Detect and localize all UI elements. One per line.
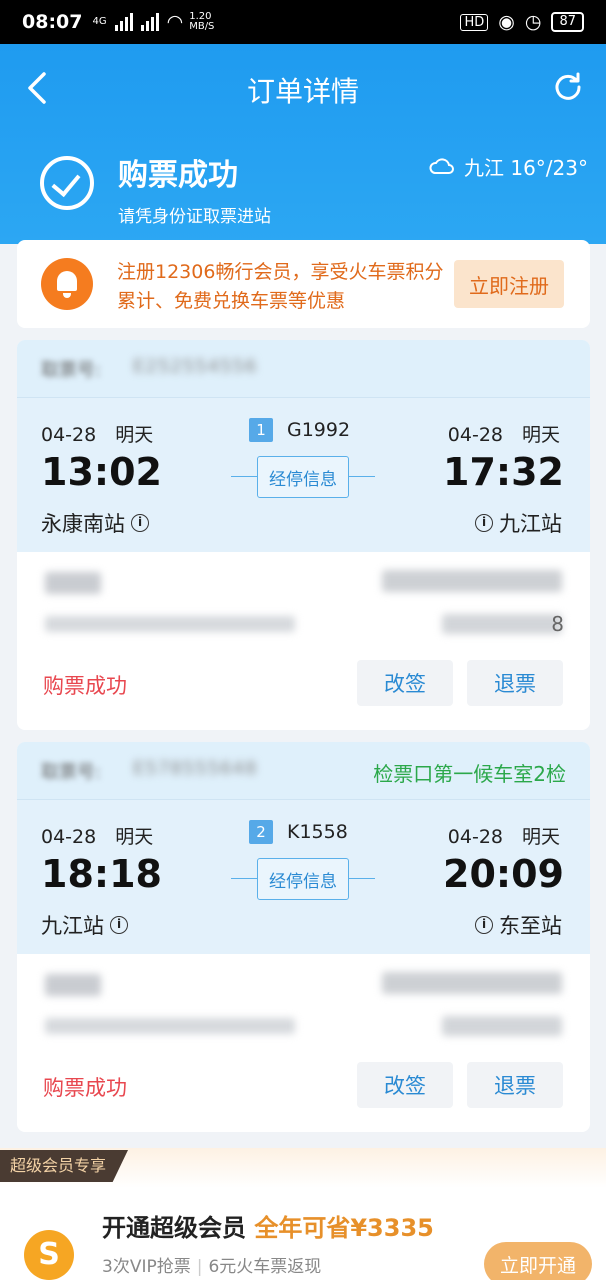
ticket-status: 购票成功 [43, 1076, 127, 1100]
route-line [231, 476, 257, 477]
train-info: 1 G1992 [249, 418, 350, 442]
vip-tag: 超级会员专享 [0, 1150, 129, 1182]
arrival-date: 04-28 明天 [447, 826, 560, 848]
departure-time: 18:18 [41, 852, 162, 896]
page-title: 订单详情 [246, 75, 359, 108]
route-line [349, 476, 375, 477]
cloud-icon [429, 157, 454, 174]
arrival-date: 04-28 明天 [447, 424, 560, 446]
success-check-icon [40, 156, 94, 210]
ticket-card: 取票号: E578555648 检票口第一候车室2检 04-28 明天 04-2… [17, 742, 590, 1132]
passenger-id-blurred [45, 1018, 295, 1034]
refund-button[interactable]: 退票 [467, 1062, 563, 1108]
passenger-name-blurred [45, 572, 101, 594]
register-button[interactable]: 立即注册 [454, 260, 564, 308]
hd-icon: HD [460, 13, 489, 31]
departure-date: 04-28 明天 [41, 424, 154, 446]
net-speed: 1.20 MB/S [189, 11, 215, 32]
ticket-header: 取票号: E252554556 [17, 340, 590, 398]
arrival-station[interactable]: i 九江站 [475, 508, 562, 538]
seat-info-blurred [382, 570, 562, 592]
battery-icon: 87 [551, 12, 584, 32]
train-number: G1992 [287, 419, 351, 441]
weather: 九江 16°/23° [428, 152, 588, 181]
train-number: K1558 [287, 821, 348, 843]
alarm-icon: ◷ [524, 11, 542, 33]
ticket-status: 购票成功 [43, 674, 127, 698]
vip-promo-section: 超级会员专享 S 开通超级会员 全年可省¥3335 3次VIP抢票 | 6元火车票返… [0, 1148, 606, 1280]
info-icon[interactable]: i [475, 916, 493, 934]
route-line [349, 878, 375, 879]
train-index-badge: 1 [249, 418, 273, 442]
clock: 08:07 [22, 11, 83, 33]
vip-savings: 全年可省¥3335 [254, 1214, 434, 1242]
info-icon[interactable]: i [475, 514, 493, 532]
stops-info-button[interactable]: 经停信息 [257, 858, 349, 900]
member-promo-banner: 注册12306畅行会员，享受火车票积分累计、免费兑换车票等优惠 立即注册 [17, 240, 590, 328]
departure-station[interactable]: 永康南站 i [41, 508, 149, 538]
ticket-header: 取票号: E578555648 检票口第一候车室2检 [17, 742, 590, 800]
status-bar: 08:07 4G ◠ 1.20 MB/S HD ◉ ◷ 87 [0, 0, 606, 44]
departure-time: 13:02 [41, 450, 162, 494]
vip-title: 开通超级会员 全年可省¥3335 [102, 1214, 434, 1242]
change-ticket-button[interactable]: 改签 [357, 1062, 453, 1108]
lock-icon: ◉ [498, 11, 515, 33]
arrival-station[interactable]: i 东至站 [475, 910, 562, 940]
bell-icon [41, 258, 93, 310]
departure-station[interactable]: 九江站 i [41, 910, 128, 940]
arrival-time: 20:09 [443, 852, 564, 896]
pickup-number: E578555648 [133, 758, 258, 779]
price-blurred [442, 614, 562, 634]
signal-2-icon [140, 13, 159, 31]
info-icon[interactable]: i [110, 916, 128, 934]
vip-activate-button[interactable]: 立即开通 [484, 1242, 592, 1280]
vip-benefits: 3次VIP抢票 | 6元火车票返现 [102, 1257, 322, 1277]
departure-date: 04-28 明天 [41, 826, 154, 848]
change-ticket-button[interactable]: 改签 [357, 660, 453, 706]
refresh-icon[interactable] [554, 72, 582, 100]
passenger-id-blurred [45, 616, 295, 632]
vip-logo-icon: S [24, 1230, 74, 1280]
order-status-subtitle: 请凭身份证取票进站 [118, 207, 271, 227]
weather-text: 九江 16°/23° [464, 156, 588, 180]
stops-info-button[interactable]: 经停信息 [257, 456, 349, 498]
price-tail: 8 [551, 612, 564, 636]
signal-icon [114, 13, 133, 31]
network-type: 4G [92, 16, 107, 27]
arrival-time: 17:32 [443, 450, 564, 494]
promo-text: 注册12306畅行会员，享受火车票积分累计、免费兑换车票等优惠 [117, 261, 444, 312]
seat-info-blurred [382, 972, 562, 994]
order-status-title: 购票成功 [118, 158, 238, 193]
ticket-journey: 04-28 明天 04-28 明天 18:18 20:09 九江站 i i 东至站 … [17, 800, 590, 954]
ticket-gate: 检票口第一候车室2检 [373, 762, 566, 786]
pickup-label: 取票号: [41, 762, 102, 783]
refund-button[interactable]: 退票 [467, 660, 563, 706]
price-blurred [442, 1016, 562, 1036]
route-line [231, 878, 257, 879]
wifi-icon: ◠ [166, 11, 184, 33]
ticket-journey: 04-28 明天 04-28 明天 13:02 17:32 永康南站 i i 九江站… [17, 398, 590, 552]
header: 订单详情 购票成功 请凭身份证取票进站 九江 16°/23° [0, 44, 606, 244]
info-icon[interactable]: i [131, 514, 149, 532]
pickup-number: E252554556 [133, 356, 258, 377]
train-info: 2 K1558 [249, 820, 348, 844]
train-index-badge: 2 [249, 820, 273, 844]
ticket-card: 取票号: E252554556 04-28 明天 04-28 明天 13:02 … [17, 340, 590, 730]
passenger-name-blurred [45, 974, 101, 996]
pickup-label: 取票号: [41, 360, 102, 381]
